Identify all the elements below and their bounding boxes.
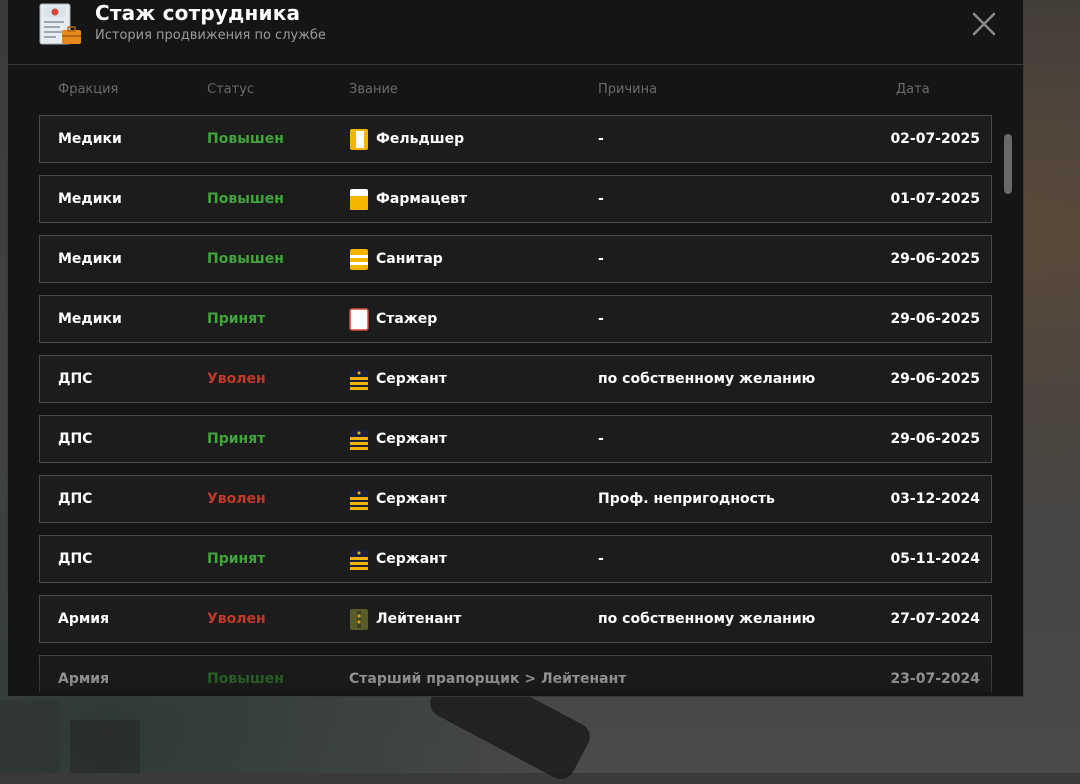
reason-cell: - — [598, 311, 604, 327]
status-cell: Повышен — [207, 191, 284, 207]
faction-cell: Армия — [58, 671, 110, 687]
faction-cell: Армия — [58, 611, 110, 627]
window-title: Стаж сотрудника — [95, 1, 301, 25]
history-list[interactable]: Медики Повышен Фельдшер - 02-07-2025 Мед… — [39, 115, 992, 692]
history-row[interactable]: Армия Повышен Старший прапорщик > Лейтен… — [39, 655, 992, 692]
date-cell: 27-07-2024 — [890, 611, 980, 627]
date-cell: 29-06-2025 — [890, 311, 980, 327]
faction-cell: ДПС — [58, 431, 93, 447]
faction-cell: ДПС — [58, 371, 93, 387]
history-row[interactable]: ДПС Уволен Сержант по собственному желан… — [39, 355, 992, 403]
rank-cell: Фельдшер — [376, 131, 465, 147]
employee-record-icon — [39, 3, 81, 45]
faction-cell: Медики — [58, 251, 122, 267]
date-cell: 23-07-2024 — [890, 671, 980, 687]
sergeant-stripes-icon — [350, 370, 368, 390]
faction-cell: Медики — [58, 131, 122, 147]
history-row[interactable]: ДПС Уволен Сержант Проф. непригодность 0… — [39, 475, 992, 523]
reason-cell: - — [598, 191, 604, 207]
background-object — [0, 700, 60, 773]
status-cell: Принят — [207, 311, 266, 327]
scrollbar-track[interactable] — [1003, 115, 1013, 692]
status-cell: Повышен — [207, 671, 284, 687]
status-cell: Повышен — [207, 251, 284, 267]
background-object — [70, 720, 140, 773]
status-cell: Уволен — [207, 371, 266, 387]
sergeant-stripes-icon — [350, 430, 368, 450]
date-cell: 29-06-2025 — [890, 371, 980, 387]
history-row[interactable]: Медики Принят Стажер - 29-06-2025 — [39, 295, 992, 343]
date-cell: 02-07-2025 — [890, 131, 980, 147]
reason-cell: по собственному желанию — [598, 611, 816, 627]
history-row[interactable]: ДПС Принят Сержант - 29-06-2025 — [39, 415, 992, 463]
history-row[interactable]: Медики Повышен Фармацевт - 01-07-2025 — [39, 175, 992, 223]
date-cell: 01-07-2025 — [890, 191, 980, 207]
reason-cell: - — [598, 131, 604, 147]
rank-cell: Сержант — [376, 551, 447, 567]
reason-cell: - — [599, 671, 605, 687]
status-cell: Принят — [207, 431, 266, 447]
history-row[interactable]: Армия Уволен Лейтенант по собственному ж… — [39, 595, 992, 643]
window-subtitle: История продвижения по службе — [95, 28, 326, 43]
rank-cell: Санитар — [376, 251, 443, 267]
reason-cell: - — [598, 551, 604, 567]
faction-cell: ДПС — [58, 551, 93, 567]
rank-cell: Фармацевт — [376, 191, 468, 207]
reason-cell: по собственному желанию — [598, 371, 816, 387]
rank-cell: Стажер — [376, 311, 438, 327]
reason-cell: - — [598, 251, 604, 267]
history-row[interactable]: Медики Повышен Санитар - 29-06-2025 — [39, 235, 992, 283]
column-header-date: Дата — [896, 82, 930, 97]
status-cell: Принят — [207, 551, 266, 567]
window-header: Стаж сотрудника История продвижения по с… — [8, 0, 1023, 65]
reason-cell: - — [598, 431, 604, 447]
close-icon[interactable] — [970, 10, 998, 38]
history-row[interactable]: ДПС Принят Сержант - 05-11-2024 — [39, 535, 992, 583]
paramedic-badge-icon — [350, 129, 368, 150]
column-header-faction: Фракция — [58, 82, 119, 97]
rank-cell: Лейтенант — [376, 611, 462, 627]
employee-service-window: Стаж сотрудника История продвижения по с… — [7, 0, 1024, 697]
army-lieutenant-icon — [350, 609, 368, 630]
reason-cell: Проф. непригодность — [598, 491, 775, 507]
rank-cell: Старший прапорщик > Лейтенант — [349, 671, 627, 687]
sergeant-stripes-icon — [350, 550, 368, 570]
rank-cell: Сержант — [376, 491, 447, 507]
column-header-rank: Звание — [349, 82, 398, 97]
date-cell: 29-06-2025 — [890, 431, 980, 447]
faction-cell: Медики — [58, 191, 122, 207]
date-cell: 05-11-2024 — [890, 551, 980, 567]
intern-badge-icon — [349, 308, 369, 331]
status-cell: Уволен — [207, 611, 266, 627]
sergeant-stripes-icon — [350, 490, 368, 510]
faction-cell: Медики — [58, 311, 122, 327]
date-cell: 29-06-2025 — [890, 251, 980, 267]
column-header-status: Статус — [207, 82, 255, 97]
rank-cell: Сержант — [376, 431, 447, 447]
date-cell: 03-12-2024 — [890, 491, 980, 507]
status-cell: Повышен — [207, 131, 284, 147]
scrollbar-thumb[interactable] — [1004, 134, 1012, 194]
pharmacist-badge-icon — [350, 189, 368, 210]
rank-cell: Сержант — [376, 371, 447, 387]
faction-cell: ДПС — [58, 491, 93, 507]
status-cell: Уволен — [207, 491, 266, 507]
orderly-badge-icon — [350, 249, 368, 270]
column-header-reason: Причина — [598, 82, 658, 97]
history-row[interactable]: Медики Повышен Фельдшер - 02-07-2025 — [39, 115, 992, 163]
